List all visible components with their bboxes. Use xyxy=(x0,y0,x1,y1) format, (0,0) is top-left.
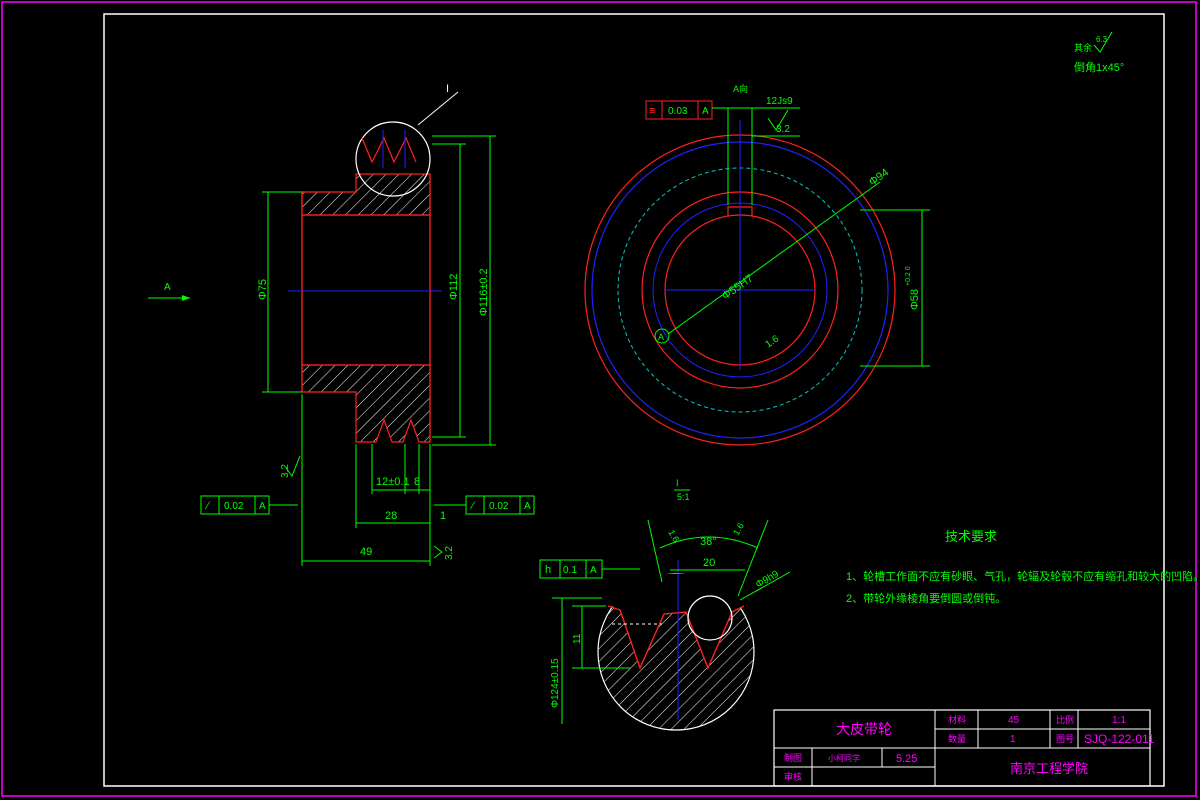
tech-requirements: 技术要求 1、轮槽工作面不应有砂眼、气孔，轮辐及轮毂不应有缩孔和较大的凹陷。 2… xyxy=(846,529,1200,605)
svg-text:0.02: 0.02 xyxy=(224,501,244,512)
dim-end-bore: Φ55H7 xyxy=(720,273,756,303)
svg-text:h: h xyxy=(545,564,551,576)
cad-drawing: 其余 6.3 倒角1x45° A I Φ75 Φ112 Φ116±0.2 12±… xyxy=(1,1,1200,797)
dim-datum-gap: 1 xyxy=(440,510,446,522)
tb-material: 45 xyxy=(1008,715,1020,726)
dim-dia-124: Φ124±0.15 xyxy=(550,658,561,708)
dim-hub-width: 28 xyxy=(385,510,397,522)
dim-groove-edge: 8 xyxy=(414,476,420,488)
bore xyxy=(301,214,431,366)
end-view: Φ94 Φ55H7 A向 ≡ 0.03 A 12Js9 3.2 Φ58 +0.2… xyxy=(584,83,930,446)
svg-text:⁄: ⁄ xyxy=(469,500,476,512)
tech-item-1: 1、轮槽工作面不应有砂眼、气孔，轮辐及轮毂不应有缩孔和较大的凹陷。 xyxy=(846,569,1200,583)
tolerance-frame-left: ⁄ 0.02 A xyxy=(200,495,298,515)
dim-keyway-tol: +0.2 0 xyxy=(905,266,912,286)
detail-view-scale: 5:1 xyxy=(677,492,690,502)
dim-groove-dia: Φ112 xyxy=(448,274,460,300)
end-datum: A xyxy=(658,332,664,342)
svg-text:⁄: ⁄ xyxy=(204,500,211,512)
surface-note-chamfer: 倒角1x45° xyxy=(1074,61,1124,74)
tb-material-label: 材料 xyxy=(948,714,966,725)
detail-view: I 5:1 38° 20 Φ9h9 1.6 1.6 11 Φ124±0.15 h xyxy=(539,478,791,731)
tech-title: 技术要求 xyxy=(945,529,997,544)
tb-qty-label: 数量 xyxy=(948,733,966,744)
tb-designer: 小柯同学 xyxy=(828,753,860,763)
tb-scale-label: 比例 xyxy=(1056,714,1074,725)
tb-checker-label: 审核 xyxy=(784,771,802,782)
title-block: 大皮带轮 材料 45 比例 1:1 数量 1 图号 SJQ-122-011 制图… xyxy=(773,709,1155,787)
tb-drawing-no-label: 图号 xyxy=(1056,734,1074,744)
rough-bottom: 3.2 xyxy=(444,546,455,560)
tb-scale: 1:1 xyxy=(1112,715,1126,726)
svg-text:0.02: 0.02 xyxy=(489,501,509,512)
detail-tag: I xyxy=(446,83,449,95)
dim-bore-dia: Φ75 xyxy=(257,279,269,300)
tb-school: 南京工程学院 xyxy=(1010,761,1088,776)
rough-left: 3.2 xyxy=(280,464,291,478)
dim-total-width: 49 xyxy=(360,546,372,558)
dim-key-width: 12Js9 xyxy=(766,96,793,107)
dim-outer-dia: Φ116±0.2 xyxy=(478,268,490,316)
svg-text:A: A xyxy=(590,565,597,576)
svg-text:≡: ≡ xyxy=(649,105,655,117)
outer-frame xyxy=(1,1,1197,797)
dim-groove-pitch: 12±0.1 xyxy=(376,476,410,488)
dim-depth-11: 11 xyxy=(572,633,583,644)
tb-qty: 1 xyxy=(1010,734,1016,745)
surface-note-roughness: 6.3 xyxy=(1096,35,1108,44)
surface-note-label: 其余 xyxy=(1074,42,1092,53)
lower-hub-wall xyxy=(301,364,431,443)
dim-dia-9: Φ9h9 xyxy=(754,569,781,591)
tb-designer-label: 制图 xyxy=(784,752,802,763)
svg-text:A: A xyxy=(702,106,709,117)
tb-drawing-no: SJQ-122-011 xyxy=(1084,732,1155,746)
tb-date: 5.25 xyxy=(896,753,917,765)
upper-hub-wall xyxy=(301,173,431,216)
tolerance-frame-right: ⁄ 0.02 A xyxy=(434,495,535,515)
dim-width-20: 20 xyxy=(703,557,715,569)
tb-part-name: 大皮带轮 xyxy=(836,721,892,737)
svg-text:A: A xyxy=(524,501,531,512)
dim-groove-angle: 38° xyxy=(700,536,717,548)
svg-text:0.03: 0.03 xyxy=(668,106,688,117)
rough-groove-2: 1.6 xyxy=(731,521,746,537)
view-arrow-label: A xyxy=(164,282,171,293)
detail-view-tag: I xyxy=(676,478,679,488)
dim-keyway: Φ58 xyxy=(909,289,921,310)
dim-end-outer: Φ94 xyxy=(867,167,891,189)
rough-key: 3.2 xyxy=(776,124,790,135)
svg-text:A: A xyxy=(259,501,266,512)
rough-bore: 1.6 xyxy=(763,333,781,350)
tolerance-frame-end: ≡ 0.03 A xyxy=(645,100,713,120)
section-view: A I Φ75 Φ112 Φ116±0.2 12±0.1 8 28 1 49 3… xyxy=(148,83,535,566)
surface-note: 其余 6.3 倒角1x45° xyxy=(1074,31,1124,74)
svg-text:0.1: 0.1 xyxy=(563,565,577,576)
tech-item-2: 2、带轮外缘棱角要倒圆或倒钝。 xyxy=(846,591,1006,605)
end-view-label: A向 xyxy=(733,83,748,94)
